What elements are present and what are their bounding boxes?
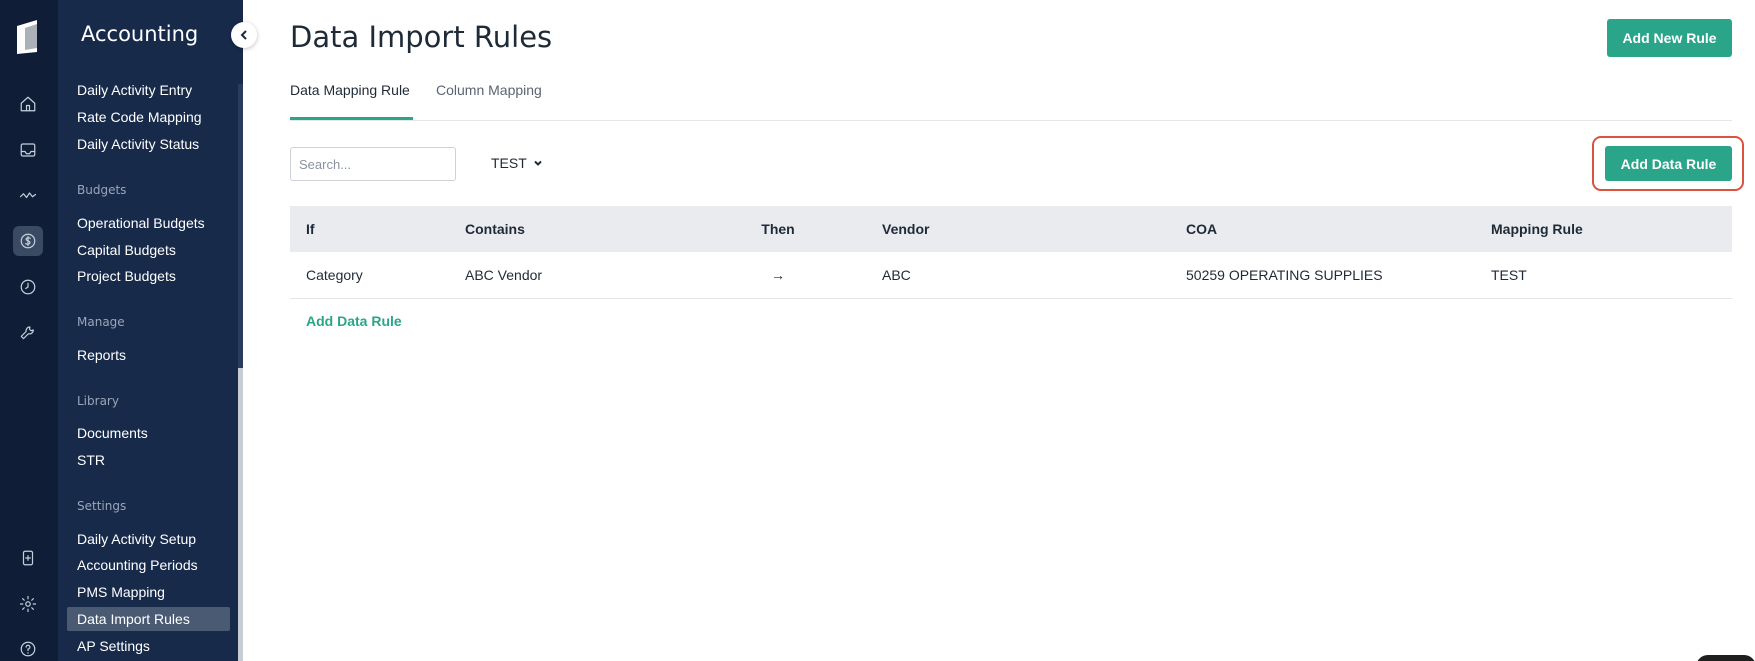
sidebar-item-data-import-rules[interactable]: Data Import Rules — [67, 607, 230, 631]
sidebar-section-manage: Manage — [77, 315, 125, 329]
sidebar-section-library: Library — [77, 394, 119, 408]
sidebar-item-documents[interactable]: Documents — [77, 421, 148, 445]
add-data-rule-button[interactable]: Add Data Rule — [1605, 146, 1732, 181]
sidebar-item-reports[interactable]: Reports — [77, 343, 126, 367]
arrow-right-icon: → — [771, 267, 785, 283]
corner-widget[interactable] — [1696, 655, 1755, 661]
column-header-coa: COA — [1186, 221, 1218, 237]
column-header-then: Then — [761, 221, 795, 237]
dollar-icon[interactable] — [13, 226, 43, 256]
tab-column-mapping[interactable]: Column Mapping — [436, 82, 542, 120]
table-header: If Contains Then Vendor COA Mapping Rule — [290, 206, 1732, 252]
sidebar-item-project-budgets[interactable]: Project Budgets — [77, 264, 176, 288]
logo-icon[interactable] — [15, 18, 41, 56]
help-icon[interactable] — [13, 634, 43, 661]
add-new-rule-button[interactable]: Add New Rule — [1607, 19, 1732, 57]
cell-vendor: ABC — [882, 267, 911, 283]
sidebar-item-rate-code-mapping[interactable]: Rate Code Mapping — [77, 105, 202, 129]
main-content: Data Import Rules Add New Rule Data Mapp… — [243, 0, 1755, 661]
chevron-left-icon — [240, 30, 247, 40]
wrench-icon[interactable] — [13, 318, 43, 348]
activity-icon[interactable] — [13, 181, 43, 211]
icon-rail — [0, 0, 58, 661]
device-icon[interactable] — [13, 543, 43, 573]
page-title: Data Import Rules — [290, 20, 553, 54]
sidebar: Accounting Daily Activity Entry Rate Cod… — [58, 0, 243, 661]
sidebar-item-daily-activity-status[interactable]: Daily Activity Status — [77, 132, 199, 156]
tab-data-mapping-rule[interactable]: Data Mapping Rule — [290, 82, 413, 120]
cell-coa: 50259 OPERATING SUPPLIES — [1186, 267, 1383, 283]
cell-if: Category — [306, 267, 363, 283]
sidebar-item-daily-activity-entry[interactable]: Daily Activity Entry — [77, 78, 192, 102]
tab-bar: Data Mapping Rule Column Mapping — [290, 80, 1732, 121]
add-data-rule-link[interactable]: Add Data Rule — [306, 313, 402, 329]
sidebar-section-budgets: Budgets — [77, 183, 127, 197]
sidebar-item-pms-mapping[interactable]: PMS Mapping — [77, 580, 165, 604]
sidebar-item-daily-activity-setup[interactable]: Daily Activity Setup — [77, 527, 196, 551]
column-header-contains: Contains — [465, 221, 525, 237]
search-input[interactable] — [290, 147, 456, 181]
app-root: Accounting Daily Activity Entry Rate Cod… — [0, 0, 1755, 661]
clock-icon[interactable] — [13, 272, 43, 302]
sidebar-section-settings: Settings — [77, 499, 127, 513]
gear-icon[interactable] — [13, 589, 43, 619]
column-header-if: If — [306, 221, 315, 237]
rules-table: If Contains Then Vendor COA Mapping Rule… — [290, 206, 1732, 299]
home-icon[interactable] — [13, 89, 43, 119]
sidebar-item-capital-budgets[interactable]: Capital Budgets — [77, 238, 176, 262]
column-header-mapping-rule: Mapping Rule — [1491, 221, 1583, 237]
sidebar-item-operational-budgets[interactable]: Operational Budgets — [77, 211, 205, 235]
filter-value: TEST — [491, 155, 527, 171]
collapse-sidebar-button[interactable] — [231, 22, 257, 48]
mapping-rule-filter-dropdown[interactable]: TEST — [491, 155, 543, 171]
sidebar-title: Accounting — [81, 22, 199, 46]
column-header-vendor: Vendor — [882, 221, 930, 237]
sidebar-item-ap-settings[interactable]: AP Settings — [77, 634, 150, 658]
inbox-icon[interactable] — [13, 135, 43, 165]
chevron-down-icon — [534, 160, 542, 166]
cell-contains: ABC Vendor — [465, 267, 543, 283]
sidebar-item-accounting-periods[interactable]: Accounting Periods — [77, 553, 198, 577]
sidebar-item-str[interactable]: STR — [77, 448, 105, 472]
cell-mapping-rule: TEST — [1491, 267, 1527, 283]
table-row[interactable]: Category ABC Vendor → ABC 50259 OPERATIN… — [290, 252, 1732, 299]
